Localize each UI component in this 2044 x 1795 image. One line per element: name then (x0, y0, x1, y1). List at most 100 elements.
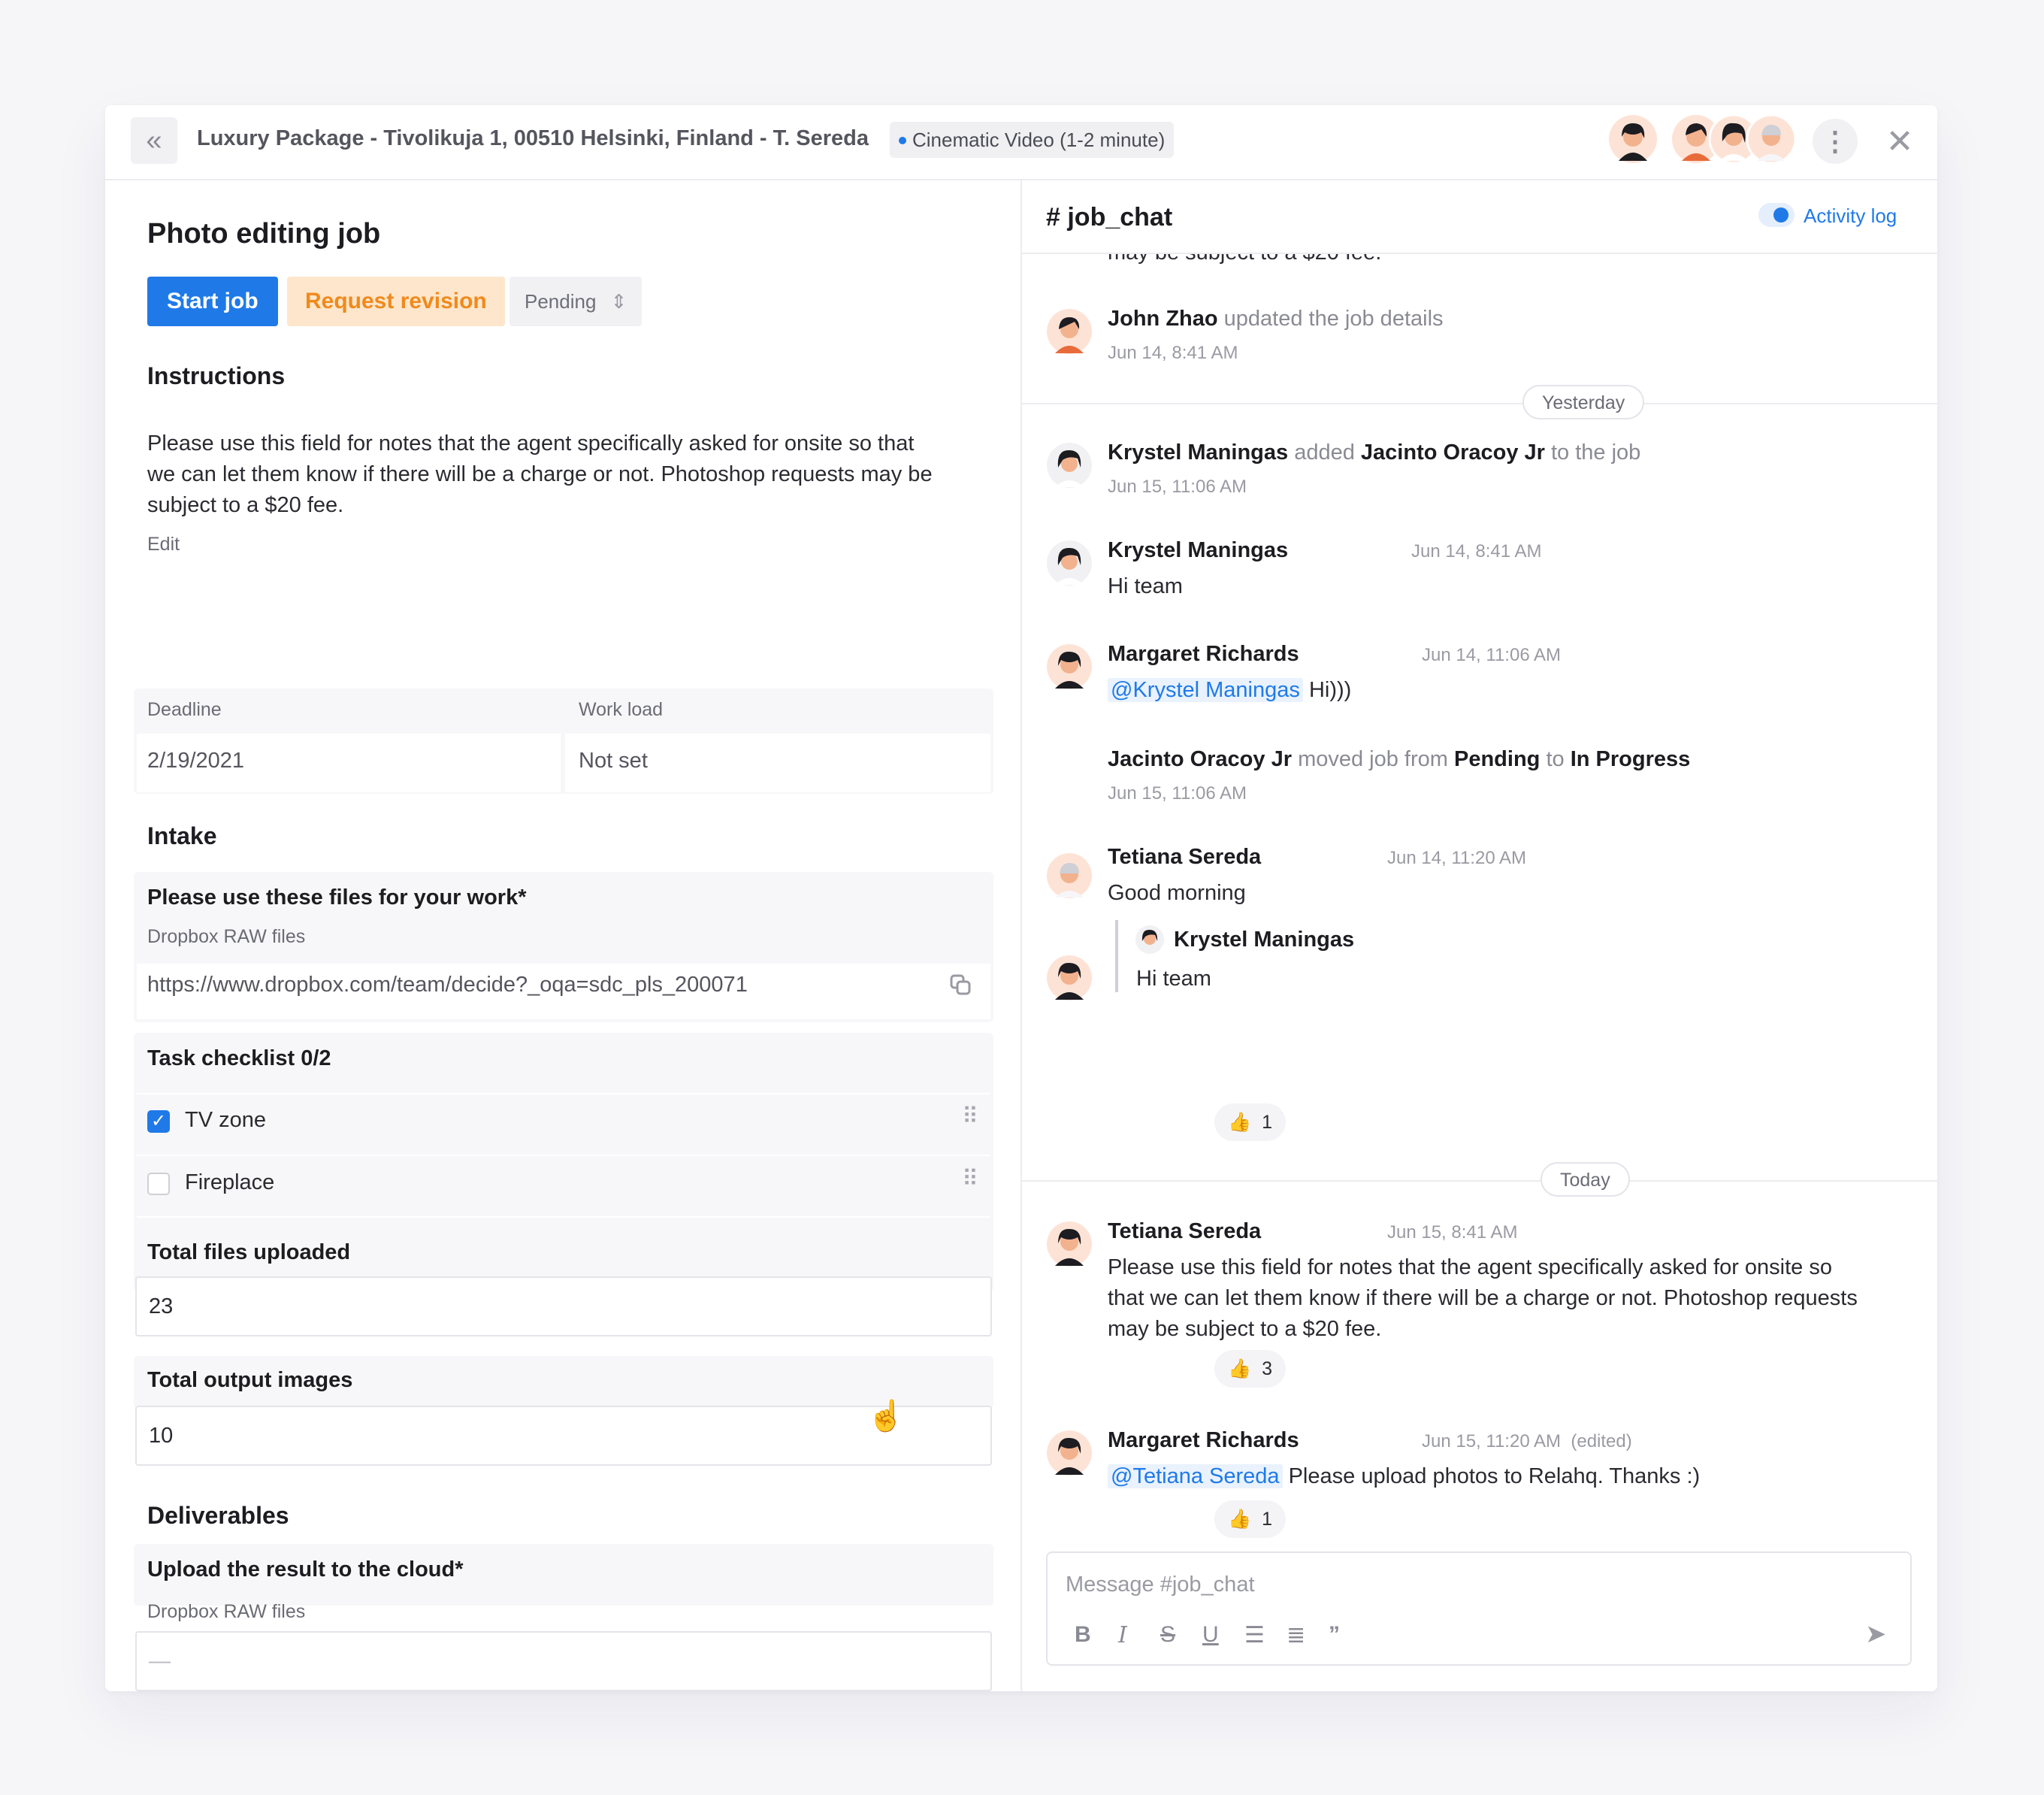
message-time: Jun 15, 11:06 AM (1108, 783, 1247, 804)
instructions-line: subject to a $20 fee. (147, 493, 344, 517)
strikethrough-icon[interactable]: S (1160, 1622, 1175, 1648)
avatar[interactable] (1746, 114, 1796, 164)
quote-bar (1115, 920, 1118, 992)
author-name[interactable]: Krystel Maningas (1108, 538, 1288, 562)
activity-log-label[interactable]: Activity log (1804, 204, 1897, 228)
participants-avatars[interactable] (1608, 114, 1796, 164)
deadline-label: Deadline (147, 699, 222, 720)
reaction-count: 3 (1262, 1358, 1273, 1379)
message-body: @Krystel Maningas Hi))) (1108, 678, 1351, 703)
upload-url-input[interactable]: — (135, 1631, 992, 1691)
checkbox-checked[interactable]: ✓ (147, 1110, 170, 1133)
underline-icon[interactable]: U (1202, 1622, 1219, 1648)
avatar (1047, 540, 1092, 586)
message-author: Krystel Maningas (1108, 538, 1288, 563)
mention-link[interactable]: @Tetiana Sereda (1108, 1464, 1283, 1488)
message-time: Jun 14, 8:41 AM (1411, 541, 1542, 562)
checklist-title: Task checklist 0/2 (147, 1046, 331, 1070)
reaction-pill[interactable]: 👍 1 (1214, 1500, 1287, 1538)
back-button[interactable]: « (131, 117, 177, 164)
cut-off-message: may be subject to a $20 fee. (1108, 254, 1381, 265)
tag-dot-icon (899, 137, 906, 144)
message-body: Good morning (1108, 881, 1246, 905)
instructions-line: we can let them know if there will be a … (147, 462, 933, 486)
day-divider-yesterday: Yesterday (1522, 385, 1645, 419)
status-from: Pending (1453, 747, 1541, 771)
reaction-count: 1 (1262, 1509, 1273, 1530)
avatar (1047, 443, 1092, 488)
window-header: « Luxury Package - Tivolikuja 1, 00510 H… (105, 105, 1937, 180)
author-name[interactable]: Margaret Richards (1108, 642, 1299, 666)
edited-label: (edited) (1571, 1431, 1632, 1451)
avatar (1047, 955, 1092, 1000)
author-name[interactable]: Krystel Maningas (1108, 440, 1288, 465)
message-time: Jun 15, 11:20 AM (edited) (1422, 1431, 1632, 1452)
checkbox-unchecked[interactable] (147, 1173, 170, 1195)
message-author: Margaret Richards (1108, 1428, 1299, 1453)
total-output-input[interactable]: 10 (135, 1406, 992, 1466)
bullet-list-icon[interactable]: ☰ (1244, 1622, 1265, 1648)
avatar (1047, 309, 1092, 354)
mention-link[interactable]: @Krystel Maningas (1108, 678, 1303, 702)
author-name[interactable]: Krystel Maningas (1174, 928, 1354, 952)
reaction-pill[interactable]: 👍 1 (1214, 1103, 1287, 1141)
total-uploaded-label: Total files uploaded (147, 1240, 351, 1264)
mentioned-user[interactable]: Jacinto Oracoy Jr (1361, 440, 1545, 465)
message-time: Jun 15, 11:06 AM (1108, 477, 1247, 497)
workload-value[interactable]: Not set (579, 749, 648, 773)
message-line: may be subject to a $20 fee. (1108, 1317, 1382, 1341)
message-time: Jun 14, 8:41 AM (1108, 343, 1238, 363)
close-button[interactable]: ✕ (1877, 119, 1922, 164)
quote-icon[interactable]: ” (1329, 1622, 1340, 1648)
total-uploaded-input[interactable]: 23 (135, 1276, 992, 1336)
activity-text: to the job (1550, 440, 1641, 465)
italic-icon[interactable]: I (1118, 1622, 1127, 1648)
service-tag-label: Cinematic Video (1-2 minute) (912, 129, 1166, 151)
numbered-list-icon[interactable]: ≣ (1287, 1622, 1305, 1648)
bold-icon[interactable]: B (1075, 1622, 1091, 1648)
thumbs-up-icon: 👍 (1228, 1112, 1252, 1133)
author-name[interactable]: Jacinto Oracoy Jr (1108, 747, 1292, 771)
message-composer[interactable]: Message #job_chat B I S U ☰ ≣ ” ➤ (1046, 1551, 1912, 1666)
more-options-button[interactable]: ⋮ (1813, 119, 1858, 164)
job-window: « Luxury Package - Tivolikuja 1, 00510 H… (105, 105, 1937, 1691)
drag-handle-icon[interactable]: ⠿ (962, 1166, 978, 1192)
deadline-value[interactable]: 2/19/2021 (147, 749, 244, 773)
thumbs-up-icon: 👍 (1228, 1509, 1252, 1530)
copy-icon[interactable] (948, 973, 972, 997)
avatar (1047, 1221, 1092, 1267)
vertical-dots-icon: ⋮ (1822, 126, 1849, 156)
activity-log-toggle[interactable] (1758, 203, 1795, 227)
composer-placeholder[interactable]: Message #job_chat (1066, 1573, 1255, 1597)
author-name[interactable]: John Zhao (1108, 307, 1218, 331)
quoted-author: Krystel Maningas (1174, 928, 1354, 952)
message-body: Please use this field for notes that the… (1108, 1252, 1858, 1345)
files-title: Please use these files for your work* (147, 885, 527, 910)
author-name[interactable]: Margaret Richards (1108, 1428, 1299, 1452)
send-icon[interactable]: ➤ (1865, 1619, 1887, 1649)
job-address-title: Luxury Package - Tivolikuja 1, 00510 Hel… (197, 126, 869, 150)
checklist-label: Fireplace (185, 1170, 275, 1194)
dropbox-url[interactable]: https://www.dropbox.com/team/decide?_oqa… (147, 973, 748, 997)
message-body-text: Hi))) (1308, 678, 1352, 702)
hand-cursor-icon: ☝ (867, 1400, 905, 1433)
drag-handle-icon[interactable]: ⠿ (962, 1103, 978, 1130)
day-divider-line (1022, 403, 1937, 404)
service-tag[interactable]: Cinematic Video (1-2 minute) (890, 122, 1175, 158)
message-text: Krystel Maningas added Jacinto Oracoy Jr… (1108, 440, 1640, 465)
reaction-pill[interactable]: 👍 3 (1214, 1350, 1287, 1388)
author-name[interactable]: Tetiana Sereda (1108, 1219, 1261, 1243)
request-revision-button[interactable]: Request revision (287, 277, 505, 326)
sort-updown-icon: ⇕ (610, 290, 627, 313)
author-name[interactable]: Tetiana Sereda (1108, 845, 1261, 869)
edit-link[interactable]: Edit (147, 534, 180, 555)
files-sublabel: Dropbox RAW files (147, 926, 306, 947)
activity-text: moved job from (1298, 747, 1448, 771)
status-select[interactable]: Pending ⇕ (509, 277, 643, 326)
avatar[interactable] (1608, 114, 1658, 164)
message-time: Jun 14, 11:20 AM (1387, 848, 1527, 868)
message-line: that we can let them know if there will … (1108, 1286, 1858, 1310)
start-job-button[interactable]: Start job (147, 277, 278, 326)
message-text: John Zhao updated the job details (1108, 307, 1444, 331)
avatar (1047, 853, 1092, 898)
